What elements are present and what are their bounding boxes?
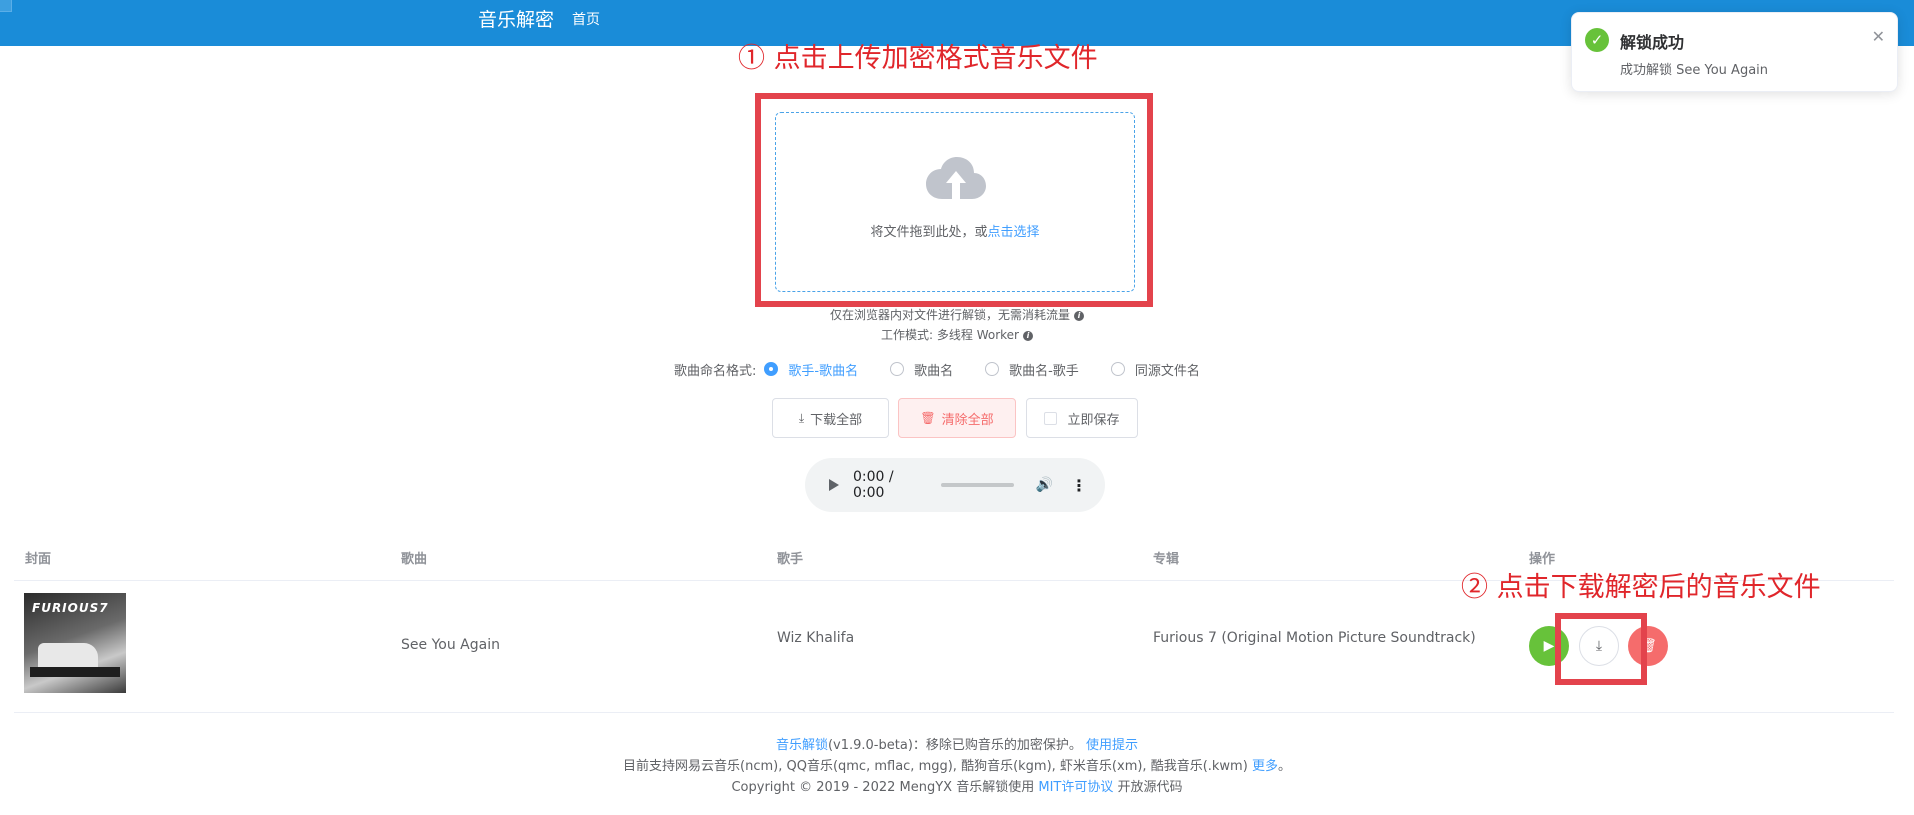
radio-label: 歌曲名 <box>914 363 954 379</box>
tip-work-mode: 工作模式: 多线程 Worker i <box>0 326 1914 343</box>
player-time: 0:00 / 0:00 <box>853 469 894 501</box>
tip-local-only-text: 仅在浏览器内对文件进行解锁，无需消耗流量 <box>829 308 1070 322</box>
cover-title: FURIOUS7 <box>32 601 109 615</box>
footer-formats-text: 目前支持网易云音乐(ncm), QQ音乐(qmc, mflac, mgg), 酷… <box>623 759 1248 774</box>
column-header-artist: 歌手 <box>777 552 804 567</box>
play-circle-icon: ▶ <box>1543 638 1555 654</box>
radio-dot <box>985 362 1000 376</box>
footer-line3: Copyright © 2019 - 2022 MengYX 音乐解锁使用 MI… <box>0 776 1914 795</box>
footer-line1-text: (v1.9.0-beta)：移除已购音乐的加密保护。 <box>827 738 1082 753</box>
download-icon: ⤓ <box>798 410 805 425</box>
artist-name: Wiz Khalifa <box>777 630 855 646</box>
radio-dot <box>1110 362 1125 376</box>
column-header-song: 歌曲 <box>401 552 428 567</box>
column-header-cover: 封面 <box>25 552 52 567</box>
footer-line2: 目前支持网易云音乐(ncm), QQ音乐(qmc, mflac, mgg), 酷… <box>0 755 1914 774</box>
brand-title[interactable]: 音乐解密 <box>478 7 554 33</box>
footer-license-link[interactable]: MIT许可协议 <box>1038 780 1113 795</box>
download-all-button[interactable]: ⤓ 下载全部 <box>772 398 889 438</box>
naming-format-label: 歌曲命名格式: <box>674 363 757 379</box>
footer-app-link[interactable]: 音乐解锁 <box>776 738 828 753</box>
trash-icon: 🗑 <box>920 411 936 425</box>
cloud-upload-icon <box>926 157 986 199</box>
footer-opensource-text: 开放源代码 <box>1117 780 1183 795</box>
song-title: See You Again <box>401 637 500 653</box>
radio-song[interactable]: 歌曲名 <box>890 360 953 379</box>
checkbox-box <box>1044 411 1058 425</box>
footer-more-link[interactable]: 更多 <box>1252 759 1278 774</box>
footer-usage-tips-link[interactable]: 使用提示 <box>1086 738 1138 753</box>
radio-dot <box>890 362 905 376</box>
save-now-label: 立即保存 <box>1067 412 1120 428</box>
clear-all-button[interactable]: 🗑 清除全部 <box>898 398 1016 438</box>
radio-original-filename[interactable]: 同源文件名 <box>1110 360 1200 379</box>
radio-label: 歌曲名-歌手 <box>1009 363 1079 379</box>
naming-format-group: 歌曲命名格式: 歌手-歌曲名 歌曲名 歌曲名-歌手 同源文件名 <box>674 358 1232 380</box>
play-icon[interactable] <box>829 479 839 491</box>
more-options-icon[interactable]: ⋮ <box>1071 476 1087 495</box>
upload-select-link[interactable]: 点击选择 <box>988 225 1040 240</box>
album-name: Furious 7 (Original Motion Picture Sound… <box>1153 630 1476 646</box>
check-circle-icon: ✓ <box>1585 28 1609 52</box>
notification-title: 解锁成功 <box>1620 33 1685 52</box>
volume-icon[interactable]: 🔊 <box>1036 477 1053 493</box>
radio-dot <box>764 362 779 376</box>
annotation-box-download <box>1555 613 1647 685</box>
radio-label: 歌手-歌曲名 <box>788 363 859 379</box>
corner-tab <box>0 0 12 12</box>
column-header-album: 专辑 <box>1153 552 1180 567</box>
upload-hint-text: 将文件拖到此处，或 <box>870 225 988 240</box>
info-icon[interactable]: i <box>1074 310 1084 321</box>
radio-label: 同源文件名 <box>1134 363 1200 379</box>
notification-message: 成功解锁 See You Again <box>1620 63 1769 78</box>
tip-work-mode-text: 工作模式: 多线程 Worker <box>881 328 1019 342</box>
radio-artist-song[interactable]: 歌手-歌曲名 <box>764 360 858 379</box>
radio-song-artist[interactable]: 歌曲名-歌手 <box>985 360 1079 379</box>
annotation-step2: ② 点击下载解密后的音乐文件 <box>1461 572 1821 603</box>
cover-road-shape <box>30 667 120 677</box>
upload-hint: 将文件拖到此处，或点击选择 <box>776 221 1134 240</box>
annotation-step1: ① 点击上传加密格式音乐文件 <box>738 43 1098 74</box>
close-icon[interactable]: ✕ <box>1872 27 1885 46</box>
player-seek-bar[interactable] <box>940 483 1014 487</box>
tip-local-only: 仅在浏览器内对文件进行解锁，无需消耗流量 i <box>0 306 1914 323</box>
clear-all-label: 清除全部 <box>941 412 994 428</box>
upload-dropzone[interactable]: 将文件拖到此处，或点击选择 <box>775 112 1135 292</box>
footer-line1: 音乐解锁(v1.9.0-beta)：移除已购音乐的加密保护。 使用提示 <box>0 734 1914 753</box>
download-all-label: 下载全部 <box>810 412 863 428</box>
audio-player: 0:00 / 0:00 🔊 ⋮ <box>805 458 1105 512</box>
info-icon[interactable]: i <box>1022 330 1033 341</box>
save-now-checkbox[interactable]: 立即保存 <box>1026 398 1138 438</box>
nav-home-link[interactable]: 首页 <box>572 11 600 29</box>
success-notification: ✓ 解锁成功 成功解锁 See You Again ✕ <box>1571 12 1898 92</box>
table-bottom-divider <box>14 712 1894 713</box>
column-header-actions: 操作 <box>1529 552 1556 567</box>
footer-line2-end: 。 <box>1277 759 1291 774</box>
footer-copyright-text: Copyright © 2019 - 2022 MengYX 音乐解锁使用 <box>731 780 1035 795</box>
album-cover-image: FURIOUS7 <box>24 593 126 693</box>
